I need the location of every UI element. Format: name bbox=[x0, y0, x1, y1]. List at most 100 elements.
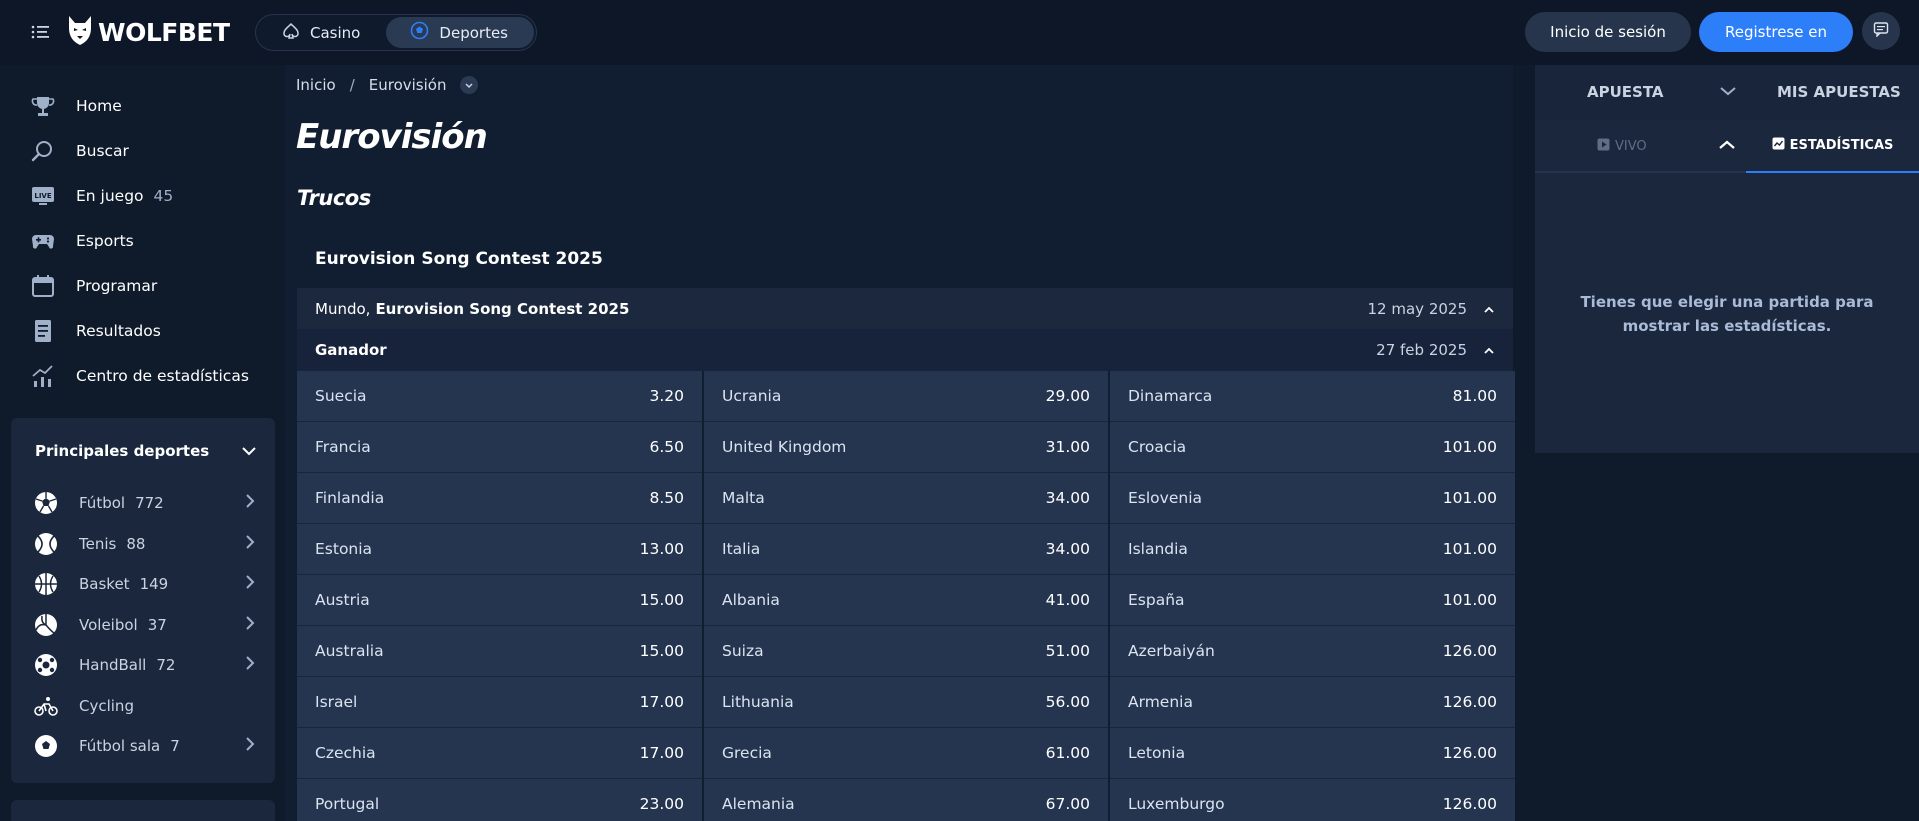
betslip-panel: APUESTA MIS APUESTAS VIVO ESTADÍSTICAS T… bbox=[1535, 65, 1919, 453]
chevron-right-icon bbox=[245, 615, 255, 635]
sidebar-item-label: Programar bbox=[76, 277, 158, 295]
sport-count: 7 bbox=[170, 737, 180, 755]
sidebar: Home Buscar LIVE En juego 45 Esports Pro… bbox=[0, 65, 285, 821]
odds-button[interactable]: Armenia 126.00 bbox=[1110, 677, 1515, 728]
selection-price: 81.00 bbox=[1452, 387, 1497, 405]
tab-live[interactable]: VIVO bbox=[1597, 138, 1647, 155]
odds-button[interactable]: Luxemburgo 126.00 bbox=[1110, 779, 1515, 821]
sport-item-tenis[interactable]: Tenis 88 bbox=[33, 529, 255, 559]
tab-my-bets[interactable]: MIS APUESTAS bbox=[1777, 83, 1901, 101]
login-button[interactable]: Inicio de sesión bbox=[1525, 12, 1691, 52]
selection-price: 126.00 bbox=[1442, 744, 1497, 762]
chevron-up-icon[interactable] bbox=[1718, 137, 1736, 155]
odds-button[interactable]: Lithuania 56.00 bbox=[704, 677, 1108, 728]
selection-price: 126.00 bbox=[1442, 642, 1497, 660]
tab-deportes[interactable]: Deportes bbox=[386, 17, 534, 48]
sidebar-next-panel bbox=[11, 800, 275, 821]
sidebar-item-home[interactable]: Home bbox=[30, 91, 122, 121]
play-icon bbox=[1597, 138, 1610, 155]
breadcrumb: Inicio / Eurovisión bbox=[296, 76, 479, 94]
selection-name: Eslovenia bbox=[1128, 489, 1202, 507]
market-header[interactable]: Ganador 27 feb 2025 bbox=[297, 329, 1513, 371]
gamepad-icon bbox=[30, 228, 56, 254]
sidebar-item-label: Buscar bbox=[76, 142, 129, 160]
sidebar-item-live[interactable]: LIVE En juego 45 bbox=[30, 181, 173, 211]
competition-region: Mundo, bbox=[315, 299, 371, 318]
chat-button[interactable] bbox=[1862, 12, 1900, 50]
tab-casino[interactable]: Casino bbox=[258, 17, 378, 48]
sport-item-cycling[interactable]: Cycling bbox=[33, 691, 255, 721]
selection-price: 13.00 bbox=[639, 540, 684, 558]
sidebar-item-esports[interactable]: Esports bbox=[30, 226, 134, 256]
stats-icon bbox=[1772, 137, 1785, 154]
cycling-icon bbox=[33, 693, 59, 719]
odds-button[interactable]: Israel 17.00 bbox=[297, 677, 702, 728]
sport-count: 37 bbox=[147, 616, 167, 634]
sport-label: Basket bbox=[79, 575, 130, 593]
sport-item-futbol-sala[interactable]: Fútbol sala 7 bbox=[33, 731, 255, 761]
odds-button[interactable]: Letonia 126.00 bbox=[1110, 728, 1515, 779]
odds-button[interactable]: Suecia 3.20 bbox=[297, 371, 702, 422]
sidebar-item-results[interactable]: Resultados bbox=[30, 316, 161, 346]
sport-item-basket[interactable]: Basket 149 bbox=[33, 569, 255, 599]
odds-button[interactable]: Grecia 61.00 bbox=[704, 728, 1108, 779]
stats-empty-message: Tienes que elegir una partida para mostr… bbox=[1580, 293, 1874, 335]
selection-price: 56.00 bbox=[1045, 693, 1090, 711]
tab-statistics-label: ESTADÍSTICAS bbox=[1789, 138, 1894, 153]
top-sports-panel: Principales deportes Fútbol 772 Tenis 88 bbox=[11, 418, 275, 783]
odds-button[interactable]: Alemania 67.00 bbox=[704, 779, 1108, 821]
sport-label: Voleibol bbox=[79, 616, 138, 634]
breadcrumb-home[interactable]: Inicio bbox=[296, 76, 336, 94]
register-button[interactable]: Registrese en bbox=[1699, 12, 1853, 52]
odds-button[interactable]: Islandia 101.00 bbox=[1110, 524, 1515, 575]
odds-button[interactable]: Australia 15.00 bbox=[297, 626, 702, 677]
odds-button[interactable]: United Kingdom 31.00 bbox=[704, 422, 1108, 473]
odds-button[interactable]: Ucrania 29.00 bbox=[704, 371, 1108, 422]
top-sports-header[interactable]: Principales deportes bbox=[35, 442, 257, 460]
trophy-icon bbox=[30, 93, 56, 119]
odds-button[interactable]: Austria 15.00 bbox=[297, 575, 702, 626]
selection-price: 67.00 bbox=[1045, 795, 1090, 813]
selection-name: Estonia bbox=[315, 540, 373, 558]
odds-button[interactable]: Portugal 23.00 bbox=[297, 779, 702, 821]
sport-item-handball[interactable]: HandBall 72 bbox=[33, 650, 255, 680]
sidebar-item-schedule[interactable]: Programar bbox=[30, 271, 157, 301]
event-title: Eurovision Song Contest 2025 bbox=[315, 249, 603, 269]
selection-name: United Kingdom bbox=[722, 438, 847, 456]
selection-price: 51.00 bbox=[1045, 642, 1090, 660]
sport-label: Fútbol sala bbox=[79, 737, 161, 755]
sidebar-item-search[interactable]: Buscar bbox=[30, 136, 129, 166]
selection-price: 15.00 bbox=[639, 642, 684, 660]
odds-button[interactable]: Czechia 17.00 bbox=[297, 728, 702, 779]
sport-item-futbol[interactable]: Fútbol 772 bbox=[33, 488, 255, 518]
sport-item-voleibol[interactable]: Voleibol 37 bbox=[33, 610, 255, 640]
tab-live-label: VIVO bbox=[1615, 139, 1647, 154]
odds-button[interactable]: Croacia 101.00 bbox=[1110, 422, 1515, 473]
odds-button[interactable]: Italia 34.00 bbox=[704, 524, 1108, 575]
odds-button[interactable]: Suiza 51.00 bbox=[704, 626, 1108, 677]
odds-button[interactable]: Azerbaiyán 126.00 bbox=[1110, 626, 1515, 677]
search-icon bbox=[30, 138, 56, 164]
odds-button[interactable]: Eslovenia 101.00 bbox=[1110, 473, 1515, 524]
selection-name: Azerbaiyán bbox=[1128, 642, 1215, 660]
odds-button[interactable]: Malta 34.00 bbox=[704, 473, 1108, 524]
menu-icon[interactable] bbox=[30, 22, 52, 42]
sport-count: 88 bbox=[126, 535, 146, 553]
breadcrumb-dropdown-button[interactable] bbox=[460, 76, 479, 94]
selection-name: Armenia bbox=[1128, 693, 1193, 711]
sidebar-item-stats-center[interactable]: Centro de estadísticas bbox=[30, 361, 249, 391]
competition-header[interactable]: Mundo, Eurovision Song Contest 2025 12 m… bbox=[297, 288, 1513, 329]
top-bar: WOLFBET Casino Deportes Inicio de sesión… bbox=[0, 0, 1919, 65]
tab-statistics[interactable]: ESTADÍSTICAS bbox=[1746, 120, 1919, 173]
odds-button[interactable]: Francia 6.50 bbox=[297, 422, 702, 473]
odds-button[interactable]: Dinamarca 81.00 bbox=[1110, 371, 1515, 422]
svg-text:LIVE: LIVE bbox=[34, 192, 51, 200]
odds-button[interactable]: España 101.00 bbox=[1110, 575, 1515, 626]
odds-button[interactable]: Estonia 13.00 bbox=[297, 524, 702, 575]
selection-name: Austria bbox=[315, 591, 370, 609]
chevron-down-icon[interactable] bbox=[1719, 83, 1737, 101]
logo[interactable]: WOLFBET bbox=[66, 14, 230, 50]
odds-button[interactable]: Albania 41.00 bbox=[704, 575, 1108, 626]
odds-button[interactable]: Finlandia 8.50 bbox=[297, 473, 702, 524]
tab-bet[interactable]: APUESTA bbox=[1587, 83, 1664, 101]
